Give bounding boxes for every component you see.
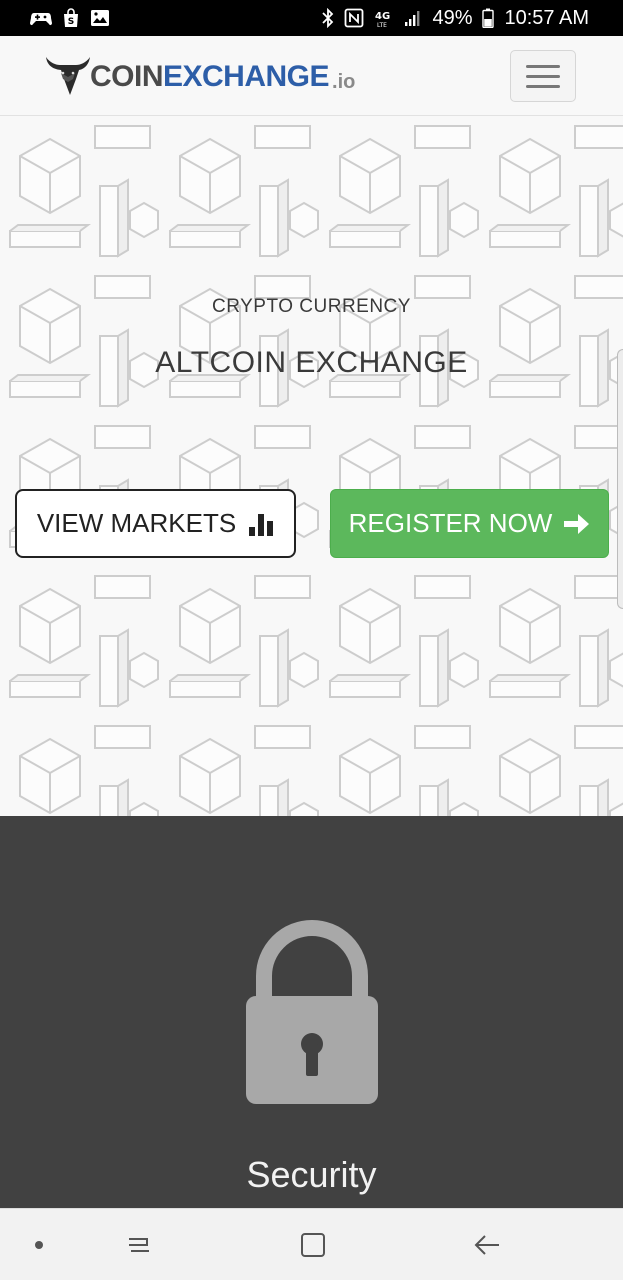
arrow-right-icon [564, 513, 590, 534]
site-logo[interactable]: COINEXCHANGE .io [44, 50, 355, 100]
signal-icon [404, 9, 422, 27]
register-now-label: REGISTER NOW [348, 508, 553, 538]
nfc-icon [344, 8, 364, 28]
hero-section: CRYPTO CURRENCY ALTCOIN EXCHANGE VIEW MA… [0, 116, 623, 816]
back-icon[interactable] [462, 1209, 512, 1280]
feature-title-security: Security [246, 1154, 377, 1195]
menu-bar-icon [526, 84, 560, 88]
hamburger-menu-button[interactable] [510, 50, 576, 102]
menu-bar-icon [526, 74, 560, 78]
game-controller-icon [30, 9, 52, 27]
bull-logo-icon [46, 57, 90, 95]
dot-icon[interactable] [24, 1209, 54, 1280]
logo-wordmark: COINEXCHANGE [90, 60, 330, 93]
svg-text:LTE: LTE [377, 22, 387, 28]
register-now-button[interactable]: REGISTER NOW [330, 489, 609, 558]
home-icon[interactable] [288, 1209, 338, 1280]
site-header: COINEXCHANGE .io [0, 36, 623, 116]
bar-chart-icon [249, 513, 274, 536]
isometric-pattern-background [0, 116, 623, 816]
logo-suffix: .io [332, 70, 356, 93]
hero-title: ALTCOIN EXCHANGE [155, 346, 468, 379]
svg-text:S: S [68, 17, 74, 27]
image-icon [90, 9, 110, 27]
battery-percent: 49% [432, 6, 473, 29]
bluetooth-icon [322, 8, 334, 28]
view-markets-label: VIEW MARKETS [36, 508, 237, 538]
status-bar: S 4G LTE 49% 10:57 AM [0, 0, 623, 36]
padlock-icon [246, 920, 378, 1104]
view-markets-button[interactable]: VIEW MARKETS [15, 489, 296, 558]
4g-lte-icon: 4G LTE [374, 8, 394, 28]
android-navigation-bar [0, 1208, 623, 1280]
menu-bar-icon [526, 64, 560, 68]
features-section: Security [0, 816, 623, 1208]
side-scroll-handle[interactable] [617, 349, 623, 609]
clock: 10:57 AM [504, 6, 589, 29]
hero-subtitle: CRYPTO CURRENCY [212, 296, 411, 317]
recents-icon[interactable] [114, 1209, 164, 1280]
status-bar-left: S [30, 8, 110, 28]
shopping-bag-icon: S [62, 8, 80, 28]
battery-icon [482, 8, 495, 28]
svg-text:4G: 4G [375, 11, 390, 22]
status-bar-right: 4G LTE 49% 10:57 AM [322, 7, 589, 30]
